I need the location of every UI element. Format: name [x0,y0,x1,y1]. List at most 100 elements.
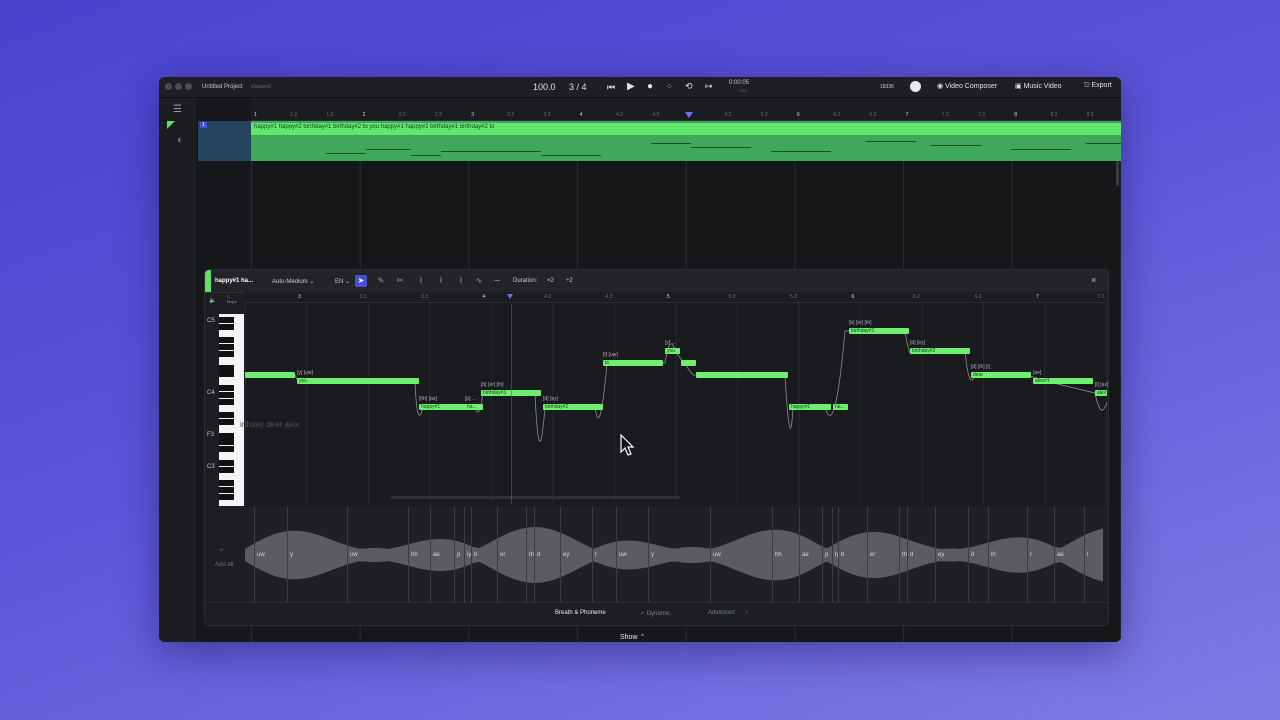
phoneme-divider[interactable] [867,507,868,602]
chevron-right-icon[interactable]: › [746,610,748,616]
phoneme-divider[interactable] [838,507,839,602]
phoneme-label[interactable]: ey [563,552,569,558]
phoneme-divider[interactable] [616,507,617,602]
piano-black-key[interactable] [219,398,234,405]
close-editor-button[interactable]: × [1091,275,1096,285]
note-block[interactable]: alex#1 [1033,378,1093,384]
phoneme-divider[interactable] [287,507,288,602]
phoneme-divider[interactable] [471,507,472,602]
piano-black-key[interactable] [219,487,234,493]
phoneme-label[interactable]: b [841,552,844,558]
close-window-button[interactable] [165,83,172,90]
phoneme-divider[interactable] [560,507,561,602]
note-block[interactable]: happy#1 [789,404,831,410]
piano-black-key[interactable] [219,446,234,453]
phoneme-divider[interactable] [772,507,773,602]
editor-ruler[interactable]: 3 3.2 3.3 4 4.2 4.3 5 5.2 5.3 6 6.2 6.3 7 7.2 [245,292,1107,303]
note-block[interactable]: to [603,360,663,366]
phoneme-label[interactable]: uw [713,552,721,558]
phoneme-divider[interactable] [408,507,409,602]
playhead-marker[interactable] [685,112,693,118]
phoneme-divider[interactable] [254,507,255,602]
note-block[interactable]: you [297,378,419,384]
tab-dynamic[interactable]: ✓ Dynamic [640,610,670,617]
piano-black-key[interactable] [219,344,234,351]
phoneme-label[interactable]: b [474,552,477,558]
piano-black-key[interactable] [219,466,234,473]
phoneme-label[interactable]: ey [938,552,944,558]
phoneme-divider[interactable] [1084,507,1085,602]
track-header[interactable]: 1 [198,121,251,161]
export-button[interactable]: ⎋ Export [1084,82,1112,90]
note-block[interactable]: birthday#1 [849,328,909,334]
vertical-scrollbar[interactable] [1116,161,1119,186]
phoneme-label[interactable]: y [651,552,654,558]
tab-breath-phoneme[interactable]: Breath & Phoneme [555,610,606,616]
piano-black-key[interactable] [219,412,234,419]
piano-black-key[interactable] [219,337,234,344]
add-all-button[interactable]: Add all [215,562,233,568]
phoneme-divider[interactable] [899,507,900,602]
pointer-tool-icon[interactable]: ➤ [355,275,367,287]
phoneme-label[interactable]: ih [991,552,996,558]
note-block[interactable] [681,360,696,366]
vibrato-tool-icon[interactable]: ⌇ [455,275,467,287]
menu-icon[interactable]: ☰ [173,104,182,115]
waveform-tool-icon[interactable]: ∿ [473,275,485,287]
piano-black-key[interactable] [219,323,234,330]
note-block[interactable]: dear [971,372,1031,378]
minimize-window-button[interactable] [175,83,182,90]
piano-black-key[interactable] [219,391,234,398]
note-block[interactable]: alex [1095,390,1107,396]
piano-black-key[interactable] [219,371,234,378]
note-block[interactable] [245,372,295,378]
phoneme-divider[interactable] [497,507,498,602]
pitch-smooth-tool-icon[interactable]: ⌇ [435,275,447,287]
loop-icon[interactable]: ⟲ [685,81,693,92]
phoneme-label[interactable]: er [870,552,875,558]
metronome-icon[interactable]: ⁘ [666,82,673,91]
piano-black-key[interactable] [219,432,234,439]
zoom-window-button[interactable] [185,83,192,90]
phoneme-divider[interactable] [822,507,823,602]
add-phoneme-icon[interactable]: + [219,545,224,555]
phoneme-divider[interactable] [347,507,348,602]
speaker-icon[interactable]: 🔈 [209,297,216,304]
phoneme-divider[interactable] [592,507,593,602]
tilde-tool-icon[interactable]: ∼ [491,275,503,287]
phoneme-label[interactable]: ae [1057,552,1064,558]
phoneme-label[interactable]: ae [433,552,440,558]
phoneme-label[interactable]: t [595,552,597,558]
piano-black-key[interactable] [219,480,234,487]
tab-advanced[interactable]: Advanced [708,610,735,616]
play-icon[interactable]: ▶ [627,81,635,92]
phoneme-label[interactable]: r [1030,552,1032,558]
phoneme-label[interactable]: y [290,552,293,558]
phoneme-divider[interactable] [832,507,833,602]
horizontal-scrollbar[interactable] [390,496,680,499]
phoneme-divider[interactable] [988,507,989,602]
phoneme-label[interactable]: er [500,552,505,558]
avatar[interactable] [910,81,921,92]
phoneme-lane[interactable]: uwyuwhhaepiyberthdeytuwyuwhhaepiyberthde… [245,507,1107,602]
piano-keyboard[interactable] [219,314,244,506]
video-composer-button[interactable]: ◉ Video Composer [937,82,997,90]
record-icon[interactable]: ● [647,81,653,92]
phoneme-label[interactable]: d [910,552,913,558]
phoneme-divider[interactable] [799,507,800,602]
phoneme-label[interactable]: ae [802,552,809,558]
phoneme-divider[interactable] [464,507,465,602]
pencil-tool-icon[interactable]: ✎ [375,275,387,287]
editor-playhead-marker[interactable] [507,294,513,299]
phoneme-divider[interactable] [710,507,711,602]
phoneme-divider[interactable] [935,507,936,602]
phoneme-divider[interactable] [907,507,908,602]
phoneme-divider[interactable] [534,507,535,602]
language-select[interactable]: EN ⌄ [335,278,350,285]
note-block[interactable] [696,372,788,378]
phoneme-label[interactable]: d [537,552,540,558]
piano-black-key[interactable] [219,385,234,391]
duration-double-button[interactable]: ×2 [547,278,554,284]
piano-black-key[interactable] [219,439,234,446]
vocal-clip[interactable]: happy#1 happy#2 birthday#1 birthday#2 to… [251,121,1121,161]
